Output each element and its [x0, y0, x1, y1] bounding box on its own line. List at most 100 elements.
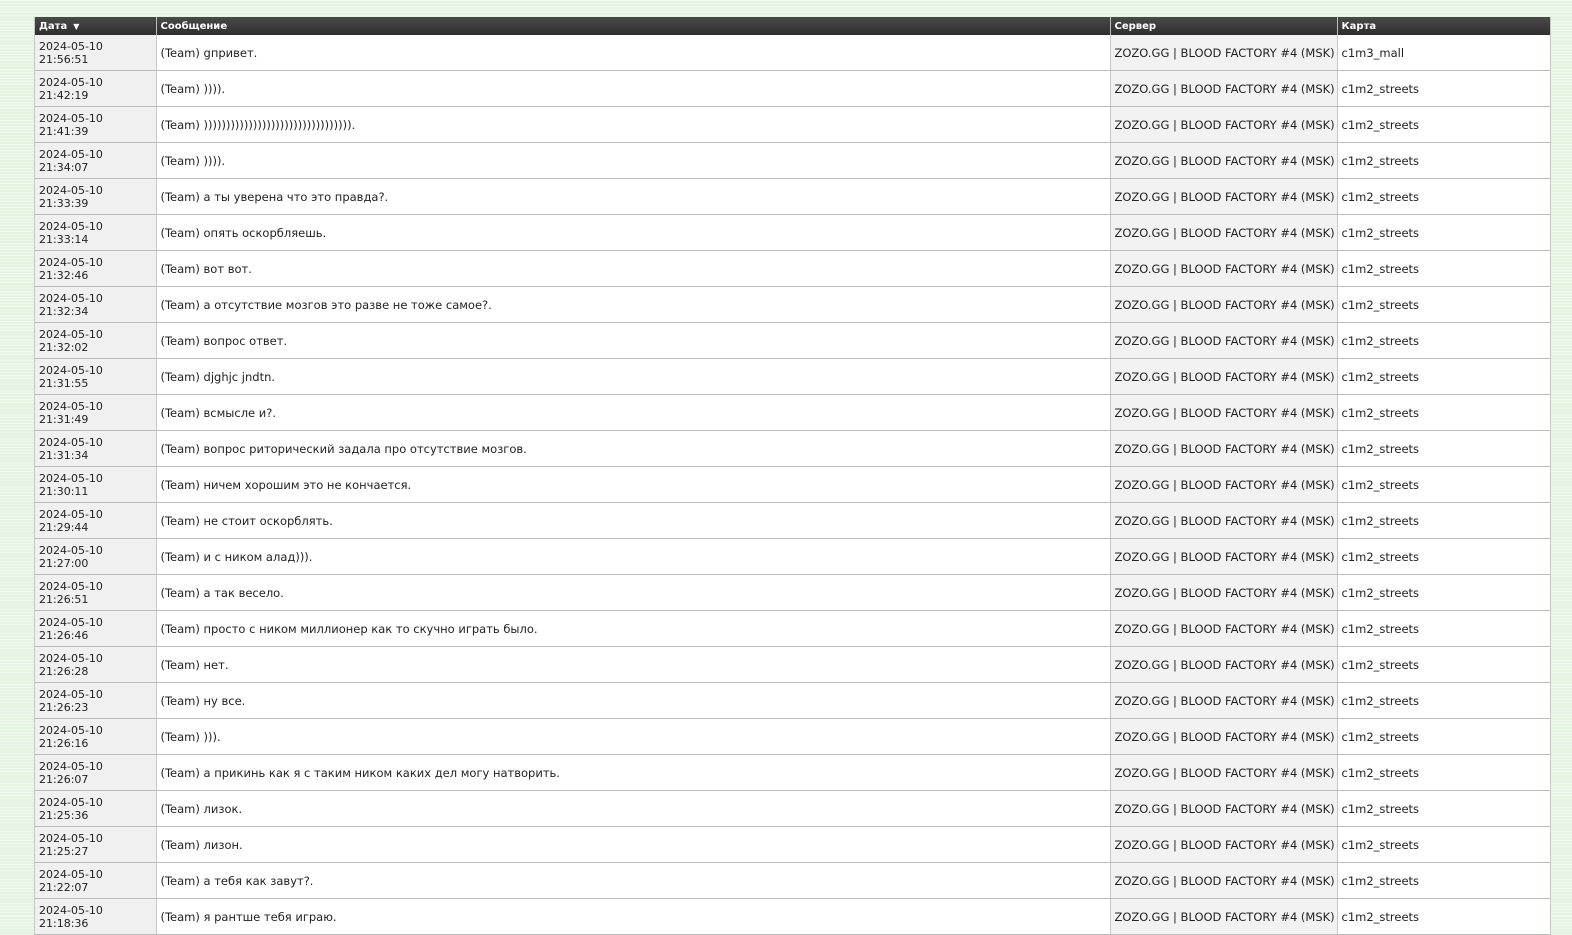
- table-row: 2024-05-10 21:26:46 (Team) просто с ником …: [35, 610, 1550, 647]
- cell-date-day: 2024-05-10: [39, 760, 103, 773]
- column-header-server[interactable]: Сервер: [1110, 17, 1338, 35]
- cell-date: 2024-05-10 21:42:19: [35, 70, 157, 107]
- cell-date-time: 21:25:27: [39, 845, 89, 858]
- cell-server: ZOZO.GG | BLOOD FACTORY #4 (MSK): [1110, 502, 1338, 539]
- cell-map: c1m3_mall: [1337, 35, 1550, 71]
- column-header-date[interactable]: Дата ▼: [35, 17, 157, 35]
- cell-date: 2024-05-10 21:26:51: [35, 574, 157, 611]
- cell-message: (Team) а отсутствие мозгов это разве не …: [156, 286, 1111, 323]
- cell-server: ZOZO.GG | BLOOD FACTORY #4 (MSK): [1110, 142, 1338, 179]
- cell-date-day: 2024-05-10: [39, 328, 103, 341]
- cell-date: 2024-05-10 21:33:39: [35, 178, 157, 215]
- cell-date-time: 21:31:34: [39, 449, 89, 462]
- cell-message: (Team) ))).: [156, 718, 1111, 755]
- table-row: 2024-05-10 21:34:07 (Team) )))). ZOZO.GG | …: [35, 142, 1550, 179]
- table-row: 2024-05-10 21:32:46 (Team) вот вот. ZOZO.GG…: [35, 250, 1550, 287]
- cell-server: ZOZO.GG | BLOOD FACTORY #4 (MSK): [1110, 898, 1338, 935]
- cell-message: (Team) а прикинь как я с таким ником как…: [156, 754, 1111, 791]
- cell-date-day: 2024-05-10: [39, 112, 103, 125]
- cell-map: c1m2_streets: [1337, 70, 1550, 107]
- cell-date-day: 2024-05-10: [39, 256, 103, 269]
- cell-map: c1m2_streets: [1337, 754, 1550, 791]
- cell-date: 2024-05-10 21:31:55: [35, 358, 157, 395]
- cell-server: ZOZO.GG | BLOOD FACTORY #4 (MSK): [1110, 35, 1338, 71]
- table-row: 2024-05-10 21:31:55 (Team) djghjc jndtn. ZO…: [35, 358, 1550, 395]
- cell-date-time: 21:26:28: [39, 665, 89, 678]
- cell-map: c1m2_streets: [1337, 790, 1550, 827]
- cell-server: ZOZO.GG | BLOOD FACTORY #4 (MSK): [1110, 358, 1338, 395]
- cell-date-time: 21:26:51: [39, 593, 89, 606]
- cell-map: c1m2_streets: [1337, 178, 1550, 215]
- cell-server: ZOZO.GG | BLOOD FACTORY #4 (MSK): [1110, 646, 1338, 683]
- cell-message: (Team) ну все.: [156, 682, 1111, 719]
- cell-map: c1m2_streets: [1337, 502, 1550, 539]
- chat-log-table: Дата ▼ Сообщение Сервер Карта 2024-05-10 2…: [35, 17, 1550, 935]
- cell-message: (Team) вот вот.: [156, 250, 1111, 287]
- cell-server: ZOZO.GG | BLOOD FACTORY #4 (MSK): [1110, 790, 1338, 827]
- cell-server: ZOZO.GG | BLOOD FACTORY #4 (MSK): [1110, 610, 1338, 647]
- cell-date-day: 2024-05-10: [39, 436, 103, 449]
- cell-date-day: 2024-05-10: [39, 544, 103, 557]
- table-row: 2024-05-10 21:25:36 (Team) лизок. ZOZO.GG |…: [35, 790, 1550, 827]
- cell-server: ZOZO.GG | BLOOD FACTORY #4 (MSK): [1110, 250, 1338, 287]
- cell-date: 2024-05-10 21:33:14: [35, 214, 157, 251]
- table-row: 2024-05-10 21:29:44 (Team) не стоит оскорб…: [35, 502, 1550, 539]
- cell-date: 2024-05-10 21:31:49: [35, 394, 157, 431]
- cell-date: 2024-05-10 21:30:11: [35, 466, 157, 503]
- table-row: 2024-05-10 21:31:34 (Team) вопрос риториче…: [35, 430, 1550, 467]
- cell-message: (Team) лизон.: [156, 826, 1111, 863]
- cell-date-day: 2024-05-10: [39, 796, 103, 809]
- cell-map: c1m2_streets: [1337, 106, 1550, 143]
- cell-date: 2024-05-10 21:26:23: [35, 682, 157, 719]
- cell-date-time: 21:31:55: [39, 377, 89, 390]
- cell-date: 2024-05-10 21:32:34: [35, 286, 157, 323]
- cell-date-day: 2024-05-10: [39, 832, 103, 845]
- cell-map: c1m2_streets: [1337, 574, 1550, 611]
- cell-date: 2024-05-10 21:32:46: [35, 250, 157, 287]
- table-row: 2024-05-10 21:32:02 (Team) вопрос ответ. ZO…: [35, 322, 1550, 359]
- cell-server: ZOZO.GG | BLOOD FACTORY #4 (MSK): [1110, 322, 1338, 359]
- cell-map: c1m2_streets: [1337, 250, 1550, 287]
- table-row: 2024-05-10 21:42:19 (Team) )))). ZOZO.GG | …: [35, 70, 1550, 107]
- cell-map: c1m2_streets: [1337, 286, 1550, 323]
- cell-date: 2024-05-10 21:26:16: [35, 718, 157, 755]
- table-row: 2024-05-10 21:26:23 (Team) ну все. ZOZO.GG …: [35, 682, 1550, 719]
- cell-date-day: 2024-05-10: [39, 616, 103, 629]
- cell-date-day: 2024-05-10: [39, 364, 103, 377]
- cell-map: c1m2_streets: [1337, 538, 1550, 575]
- cell-date-time: 21:18:36: [39, 917, 89, 930]
- cell-server: ZOZO.GG | BLOOD FACTORY #4 (MSK): [1110, 754, 1338, 791]
- cell-map: c1m2_streets: [1337, 610, 1550, 647]
- cell-date: 2024-05-10 21:22:07: [35, 862, 157, 899]
- cell-map: c1m2_streets: [1337, 430, 1550, 467]
- sort-down-arrow-icon[interactable]: ▼: [73, 22, 79, 31]
- cell-date-time: 21:41:39: [39, 125, 89, 138]
- cell-message: (Team) лизок.: [156, 790, 1111, 827]
- cell-message: (Team) djghjc jndtn.: [156, 358, 1111, 395]
- cell-date-time: 21:31:49: [39, 413, 89, 426]
- cell-date-day: 2024-05-10: [39, 724, 103, 737]
- cell-server: ZOZO.GG | BLOOD FACTORY #4 (MSK): [1110, 466, 1338, 503]
- table-row: 2024-05-10 21:33:14 (Team) опять оскорбляе…: [35, 214, 1550, 251]
- cell-date: 2024-05-10 21:26:28: [35, 646, 157, 683]
- table-row: 2024-05-10 21:26:28 (Team) нет. ZOZO.GG | B…: [35, 646, 1550, 683]
- table-row: 2024-05-10 21:22:07 (Team) а тебя как заву…: [35, 862, 1550, 899]
- cell-date-day: 2024-05-10: [39, 220, 103, 233]
- cell-date-time: 21:22:07: [39, 881, 89, 894]
- column-header-map[interactable]: Карта: [1337, 17, 1550, 35]
- cell-date-time: 21:32:34: [39, 305, 89, 318]
- cell-date-time: 21:27:00: [39, 557, 89, 570]
- table-row: 2024-05-10 21:25:27 (Team) лизон. ZOZO.GG |…: [35, 826, 1550, 863]
- cell-server: ZOZO.GG | BLOOD FACTORY #4 (MSK): [1110, 106, 1338, 143]
- cell-date: 2024-05-10 21:27:00: [35, 538, 157, 575]
- cell-map: c1m2_streets: [1337, 682, 1550, 719]
- cell-date-time: 21:34:07: [39, 161, 89, 174]
- cell-date: 2024-05-10 21:31:34: [35, 430, 157, 467]
- cell-map: c1m2_streets: [1337, 358, 1550, 395]
- cell-map: c1m2_streets: [1337, 718, 1550, 755]
- column-header-message[interactable]: Сообщение: [156, 17, 1111, 35]
- cell-message: (Team) нет.: [156, 646, 1111, 683]
- cell-message: (Team) опять оскорбляешь.: [156, 214, 1111, 251]
- cell-server: ZOZO.GG | BLOOD FACTORY #4 (MSK): [1110, 430, 1338, 467]
- cell-date-day: 2024-05-10: [39, 400, 103, 413]
